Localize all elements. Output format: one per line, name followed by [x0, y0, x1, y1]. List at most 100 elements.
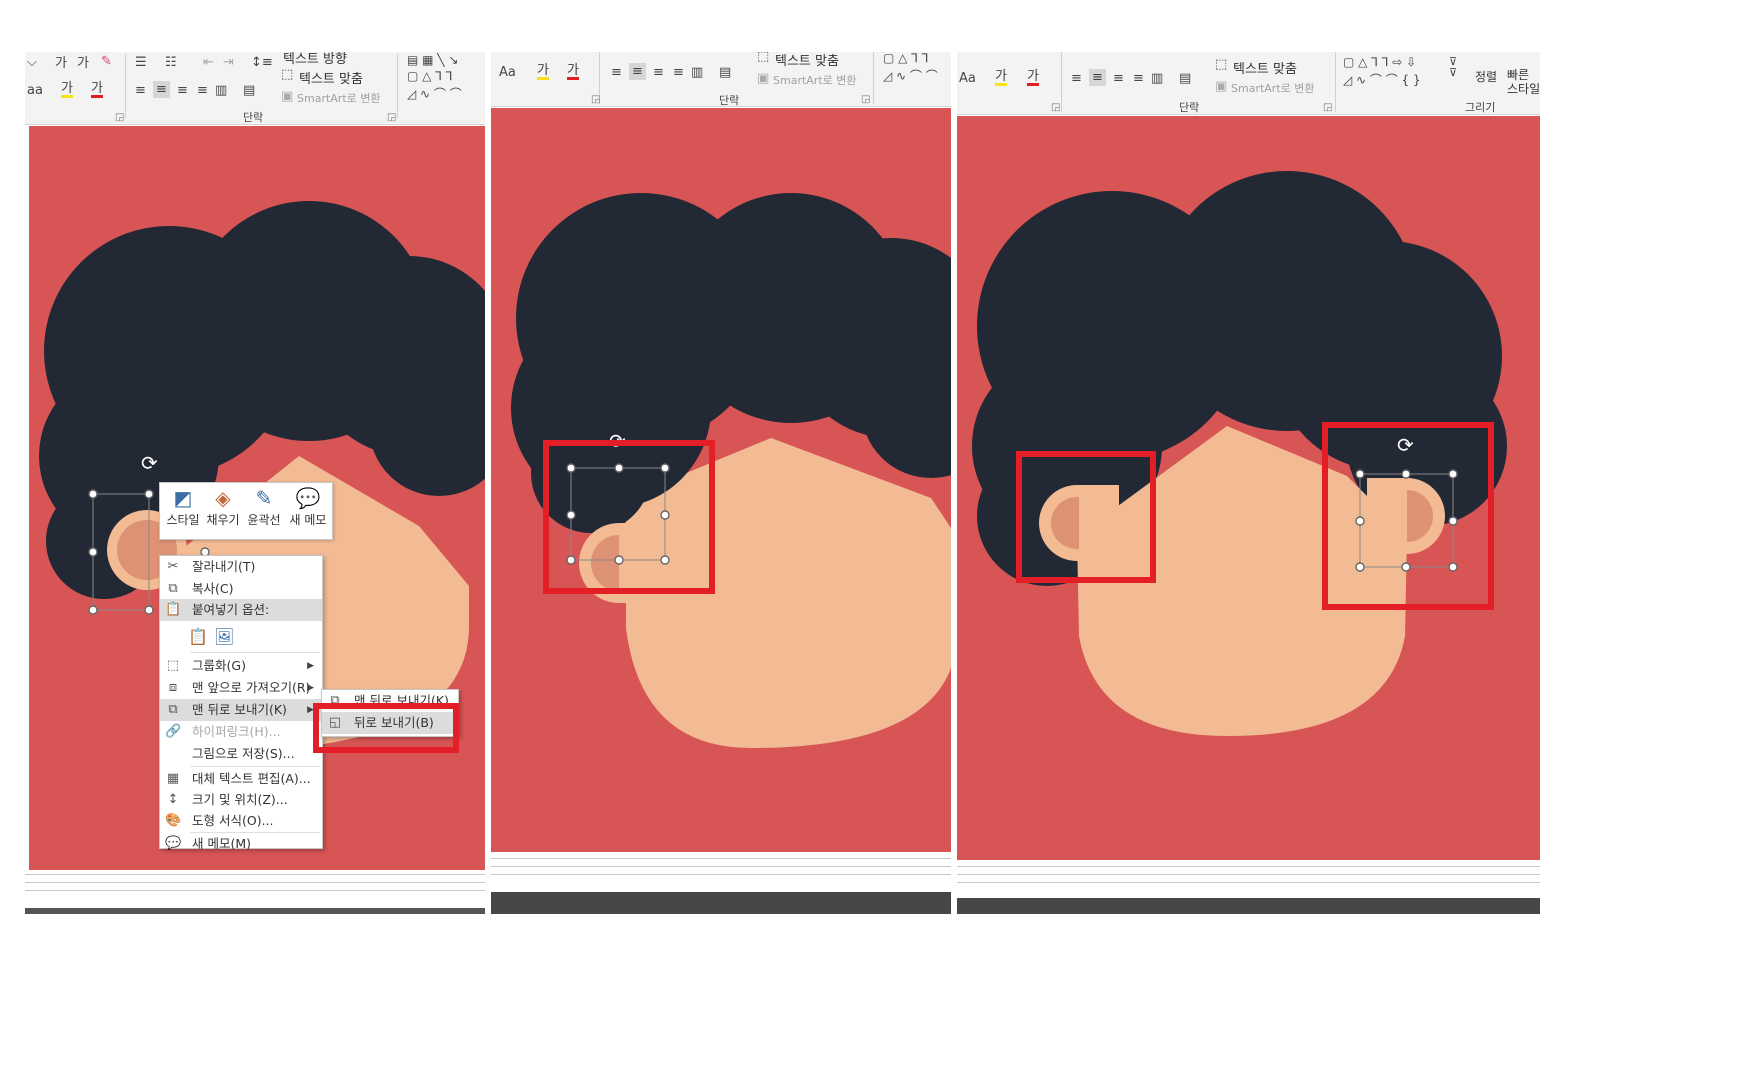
align-right-icon[interactable]: ≡: [653, 66, 664, 79]
menu-item-size-position[interactable]: ↕ 크기 및 위치(Z)...: [160, 789, 322, 811]
menu-item-group[interactable]: ⬚ 그룹화(G) ▶: [160, 655, 322, 677]
justify-icon[interactable]: ≡: [197, 84, 208, 97]
smartart-convert-button[interactable]: SmartArt로 변환: [297, 90, 381, 106]
quick-styles-button[interactable]: 빠른 스타일: [1507, 68, 1540, 96]
line-spacing-icon[interactable]: ↕≡: [251, 56, 273, 69]
scroll-bar[interactable]: [25, 908, 485, 914]
shapes-gallery-icon[interactable]: ▤ ▦ ╲ ↘: [407, 54, 458, 66]
distributed-icon[interactable]: ▥: [1151, 72, 1163, 85]
increase-indent-icon[interactable]: ⇥: [223, 56, 234, 69]
ribbon: ⌵ 가 가 ✎ aa 가 가 ☰ ☷ ⇤ ⇥ ↕≡ ≡ ≡ ≡ ≡ ▥ ▤ 텍스…: [25, 52, 485, 125]
align-left-icon[interactable]: ≡: [611, 66, 622, 79]
scroll-bar[interactable]: [957, 898, 1540, 914]
menu-item-cut[interactable]: ✂ 잘라내기(T): [160, 556, 322, 578]
columns-icon[interactable]: ▤: [719, 66, 731, 79]
align-center-icon[interactable]: ≡: [153, 81, 170, 98]
shapes-gallery-icon[interactable]: ▢ △ ⅂ ⅂: [407, 70, 452, 82]
smartart-convert-button[interactable]: SmartArt로 변환: [1231, 80, 1315, 96]
arrange-button[interactable]: 정렬: [1475, 68, 1497, 85]
ribbon: Aa 가 가 ≡ ≡ ≡ ≡ ▥ ▤ ⬚ 텍스트 맞춤 ▣ SmartArt로 …: [491, 52, 951, 107]
text-align-icon: ⬚: [281, 67, 294, 82]
highlight-box: [313, 703, 459, 753]
text-align-button[interactable]: 텍스트 맞춤: [1233, 58, 1297, 77]
size-position-icon: ↕: [167, 792, 179, 807]
scroll-bar[interactable]: [491, 892, 951, 914]
dialog-launcher-icon[interactable]: ◲: [1323, 102, 1332, 113]
menu-item-alt-text[interactable]: ▦ 대체 텍스트 편집(A)...: [160, 768, 322, 790]
font-size-partial[interactable]: aa: [27, 84, 43, 97]
paste-keep-icon[interactable]: 📋: [188, 626, 208, 648]
font-color-icon[interactable]: 가: [567, 64, 579, 80]
align-center-icon[interactable]: ≡: [629, 63, 646, 80]
new-comment-icon: 💬: [295, 486, 321, 510]
mini-outline-button[interactable]: ✎ 윤곽선: [244, 485, 284, 528]
menu-item-bring-front[interactable]: ⧈ 맨 앞으로 가져오기(R) ▶: [160, 677, 322, 699]
menu-item-format-shape[interactable]: 🎨 도형 서식(O)...: [160, 810, 322, 832]
align-center-icon[interactable]: ≡: [1089, 69, 1106, 86]
text-align-button[interactable]: 텍스트 맞춤: [299, 68, 363, 87]
dialog-launcher-icon[interactable]: ◲: [861, 94, 870, 105]
font-size-partial[interactable]: Aa: [499, 66, 516, 79]
font-size-dropdown[interactable]: ⌵: [27, 56, 37, 69]
mini-style-button[interactable]: ◩ 스타일: [164, 485, 202, 528]
dialog-launcher-icon[interactable]: ◲: [591, 94, 600, 105]
font-glyph-grow[interactable]: 가: [55, 57, 67, 70]
clear-format-icon[interactable]: ✎: [101, 55, 112, 68]
menu-item-hyperlink[interactable]: 🔗 하이퍼링크(H)...: [160, 721, 322, 743]
paste-icon: 📋: [165, 602, 182, 617]
decrease-indent-icon[interactable]: ⇤: [203, 56, 214, 69]
columns-icon[interactable]: ▤: [1179, 72, 1191, 85]
paste-picture-icon[interactable]: 🖼: [214, 626, 234, 648]
mini-fill-button[interactable]: ◈ 채우기: [204, 485, 242, 528]
numbering-icon[interactable]: ☷: [165, 56, 177, 69]
shapes-gallery-icon[interactable]: ▢ △ ⅂ ⅂ ⇨ ⇩: [1343, 56, 1416, 68]
align-left-icon[interactable]: ≡: [135, 84, 146, 97]
paint-bucket-icon: ◈: [215, 486, 231, 510]
copy-icon: ⧉: [168, 581, 178, 596]
hyperlink-icon: 🔗: [165, 724, 182, 739]
menu-item-copy[interactable]: ⧉ 복사(C): [160, 578, 322, 600]
text-align-button[interactable]: 텍스트 맞춤: [775, 52, 839, 69]
justify-icon[interactable]: ≡: [673, 66, 684, 79]
highlight-color-icon[interactable]: 가: [537, 64, 549, 80]
gallery-scroll-icon[interactable]: ⊽ ⊽: [1449, 56, 1457, 78]
dialog-launcher-icon[interactable]: ◲: [115, 112, 124, 123]
text-align-icon: ⬚: [757, 52, 770, 64]
smartart-icon: ▣: [1215, 79, 1228, 94]
rotate-handle-icon: ⟳: [141, 451, 158, 475]
dialog-launcher-icon[interactable]: ◲: [387, 112, 396, 123]
highlight-box: [543, 440, 715, 594]
shapes-gallery-icon[interactable]: ◿ ∿ ⌒ ⌒: [883, 70, 938, 82]
justify-icon[interactable]: ≡: [1133, 72, 1144, 85]
menu-item-send-back[interactable]: ⧉ 맨 뒤로 보내기(K) ▶: [160, 699, 322, 721]
menu-item-save-as-picture[interactable]: 그림으로 저장(S)...: [160, 743, 322, 765]
comment-icon: 💬: [165, 836, 182, 851]
highlight-color-icon[interactable]: 가: [61, 82, 73, 98]
font-size-partial[interactable]: Aa: [959, 72, 976, 85]
align-left-icon[interactable]: ≡: [1071, 72, 1082, 85]
group-icon: ⬚: [166, 658, 180, 673]
font-color-icon[interactable]: 가: [1027, 70, 1039, 86]
menu-item-new-comment[interactable]: 💬 새 메모(M): [160, 833, 322, 855]
paste-option-buttons[interactable]: 📋 🖼: [160, 624, 322, 650]
columns-icon[interactable]: ▤: [243, 84, 255, 97]
panel-left: ⌵ 가 가 ✎ aa 가 가 ☰ ☷ ⇤ ⇥ ↕≡ ≡ ≡ ≡ ≡ ▥ ▤ 텍스…: [25, 52, 485, 914]
group-label-drawing: 그리기: [1465, 101, 1496, 114]
smartart-icon: ▣: [757, 71, 770, 86]
mini-comment-button[interactable]: 💬 새 메모: [288, 485, 328, 528]
shapes-gallery-icon[interactable]: ◿ ∿ ⌒ ⌒: [407, 88, 462, 100]
font-color-icon[interactable]: 가: [91, 82, 103, 98]
smartart-convert-button[interactable]: SmartArt로 변환: [773, 72, 857, 88]
align-right-icon[interactable]: ≡: [177, 84, 188, 97]
distributed-icon[interactable]: ▥: [215, 84, 227, 97]
font-glyph-shrink[interactable]: 가: [77, 57, 89, 70]
bullets-icon[interactable]: ☰: [135, 56, 147, 69]
highlight-color-icon[interactable]: 가: [995, 70, 1007, 86]
alt-text-icon: ▦: [166, 771, 180, 786]
align-right-icon[interactable]: ≡: [1113, 72, 1124, 85]
distributed-icon[interactable]: ▥: [691, 66, 703, 79]
dialog-launcher-icon[interactable]: ◲: [1051, 102, 1060, 113]
text-direction-button[interactable]: 텍스트 방향: [283, 52, 347, 67]
shapes-gallery-icon[interactable]: ◿ ∿ ⌒ ⌒ { }: [1343, 74, 1421, 86]
shapes-gallery-icon[interactable]: ▢ △ ⅂ ⅂: [883, 52, 928, 64]
